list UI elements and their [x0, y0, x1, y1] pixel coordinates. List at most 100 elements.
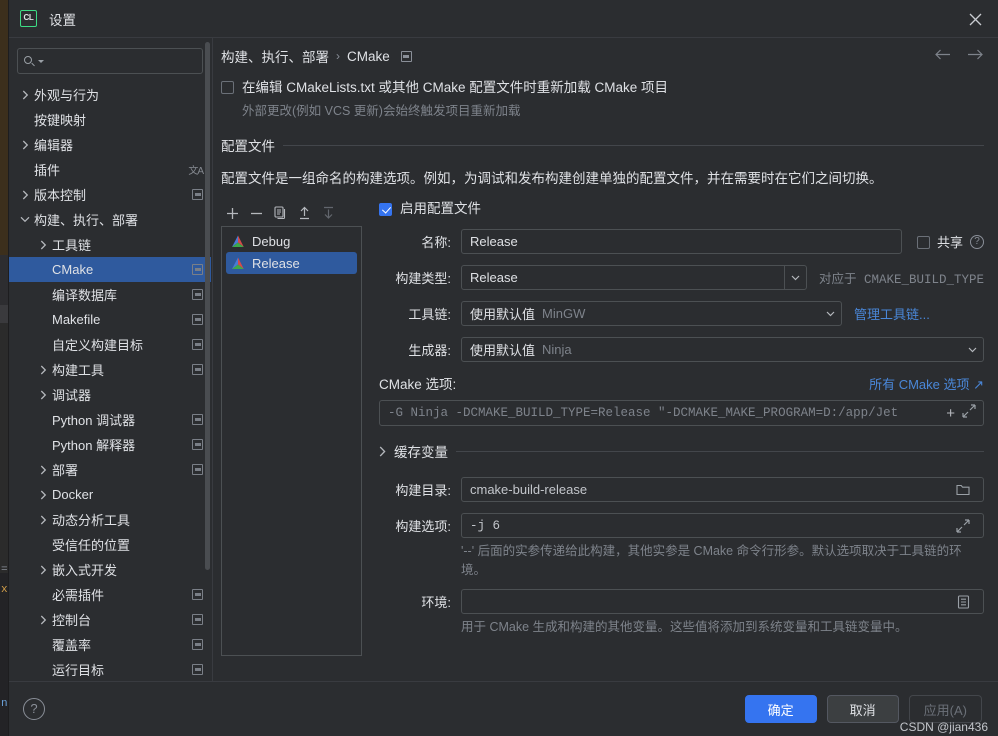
apply-button[interactable]: 应用(A): [908, 695, 982, 723]
build-type-combo[interactable]: Release: [461, 265, 807, 290]
cmake-profile-icon: [232, 257, 244, 269]
generator-combo[interactable]: 使用默认值 Ninja: [461, 337, 984, 362]
sidebar-item-自定义构建目标[interactable]: 自定义构建目标: [9, 332, 211, 357]
list-icon[interactable]: [951, 590, 975, 613]
move-profile-down-button[interactable]: [317, 202, 339, 224]
toolchain-combo[interactable]: 使用默认值 MinGW: [461, 301, 842, 326]
search-box[interactable]: [17, 48, 203, 74]
chevron-right-icon[interactable]: [37, 465, 49, 475]
chevron-right-icon[interactable]: [19, 90, 31, 100]
sidebar-item-控制台[interactable]: 控制台: [9, 607, 211, 632]
chevron-right-icon[interactable]: [37, 565, 49, 575]
add-option-icon[interactable]: +: [946, 405, 955, 422]
help-icon[interactable]: ?: [23, 698, 45, 720]
sidebar-item-label: 外观与行为: [34, 88, 100, 103]
cancel-button[interactable]: 取消: [826, 695, 899, 723]
sidebar-item-部署[interactable]: 部署: [9, 457, 211, 482]
sidebar-item-python解释器[interactable]: Python 解释器: [9, 432, 211, 457]
sidebar-item-label: 动态分析工具: [52, 513, 131, 528]
expand-icon[interactable]: [951, 514, 975, 537]
build-options-row: 构建选项: -j 6: [379, 513, 984, 538]
arrow-left-icon[interactable]: [934, 47, 951, 65]
sidebar-item-docker[interactable]: Docker: [9, 482, 211, 507]
enable-profile-checkbox[interactable]: [379, 203, 392, 216]
reload-cmake-label: 在编辑 CMakeLists.txt 或其他 CMake 配置文件时重新加载 C…: [242, 80, 669, 95]
toolchain-row: 工具链: 使用默认值 MinGW 管理工具链...: [379, 301, 984, 326]
name-input[interactable]: Release: [461, 229, 902, 254]
sidebar-item-动态分析工具[interactable]: 动态分析工具: [9, 507, 211, 532]
manage-toolchains-link[interactable]: 管理工具链...: [854, 304, 930, 323]
chevron-right-icon[interactable]: [19, 140, 31, 150]
sidebar-item-构建工具[interactable]: 构建工具: [9, 357, 211, 382]
generator-value: 使用默认值: [470, 343, 536, 358]
share-help-icon[interactable]: ?: [970, 234, 984, 249]
reload-cmake-checkbox[interactable]: [221, 81, 234, 94]
settings-tree: 外观与行为按键映射 编辑器 插件 文A 版本控制构建、执行、部署 工具链 CMake 编译数据…: [9, 80, 211, 681]
chevron-down-icon[interactable]: [38, 59, 44, 63]
generator-label: 生成器:: [408, 343, 451, 358]
sidebar-item-编译数据库[interactable]: 编译数据库: [9, 282, 211, 307]
search-input[interactable]: [47, 54, 202, 68]
chevron-right-icon[interactable]: [37, 365, 49, 375]
share-checkbox[interactable]: [916, 236, 930, 249]
sidebar-item-工具链[interactable]: 工具链: [9, 232, 211, 257]
chevron-right-icon[interactable]: [37, 515, 49, 525]
chevron-right-icon[interactable]: [37, 390, 49, 400]
cmake-options-input[interactable]: -G Ninja -DCMAKE_BUILD_TYPE=Release "-DC…: [379, 400, 984, 426]
chevron-right-icon[interactable]: [37, 240, 49, 250]
sidebar-item-编辑器[interactable]: 编辑器: [9, 132, 211, 157]
sidebar-item-外观与行为[interactable]: 外观与行为: [9, 82, 211, 107]
profiles-list[interactable]: Debug Release: [221, 226, 362, 656]
toolchain-detail: MinGW: [542, 306, 586, 321]
profiles-left-panel: Debug Release: [221, 200, 362, 656]
cmake-options-header: CMake 选项: 所有 CMake 选项 ↗: [379, 373, 984, 393]
chevron-right-icon[interactable]: [37, 490, 49, 500]
chevron-down-icon[interactable]: [819, 302, 841, 325]
chevron-right-icon[interactable]: [37, 615, 49, 625]
profile-list-item[interactable]: Debug: [226, 230, 357, 252]
chevron-right-icon[interactable]: [379, 446, 386, 457]
build-options-input[interactable]: -j 6: [461, 513, 984, 538]
sidebar-item-makefile[interactable]: Makefile: [9, 307, 211, 332]
generator-detail: Ninja: [542, 342, 572, 357]
sidebar-item-受信任的位置[interactable]: 受信任的位置: [9, 532, 211, 557]
project-scope-badge-icon: [192, 189, 203, 200]
sidebar-item-嵌入式开发[interactable]: 嵌入式开发: [9, 557, 211, 582]
move-profile-up-button[interactable]: [293, 202, 315, 224]
copy-profile-button[interactable]: [269, 202, 291, 224]
chevron-down-icon[interactable]: [783, 266, 806, 289]
expand-icon[interactable]: [962, 403, 977, 423]
build-directory-label: 构建目录:: [395, 483, 451, 498]
sidebar-item-调试器[interactable]: 调试器: [9, 382, 211, 407]
chevron-down-icon[interactable]: [961, 338, 983, 361]
sidebar-scrollbar[interactable]: [205, 42, 210, 570]
sidebar-item-覆盖率[interactable]: 覆盖率: [9, 632, 211, 657]
arrow-right-icon[interactable]: [967, 47, 984, 65]
sidebar-item-python调试器[interactable]: Python 调试器: [9, 407, 211, 432]
cmake-options-label: CMake 选项:: [379, 377, 457, 392]
close-icon[interactable]: [952, 0, 998, 38]
sidebar-item-构建执行部署[interactable]: 构建、执行、部署: [9, 207, 211, 232]
sidebar-item-cmake[interactable]: CMake: [9, 257, 211, 282]
breadcrumb-parent[interactable]: 构建、执行、部署: [221, 46, 329, 66]
profiles-section-description: 配置文件是一组命名的构建选项。例如，为调试和发布构建创建单独的配置文件，并在需要…: [221, 171, 883, 186]
all-cmake-options-link[interactable]: 所有 CMake 选项 ↗: [869, 374, 984, 393]
environment-label: 环境:: [421, 595, 451, 610]
chevron-right-icon[interactable]: [19, 190, 31, 200]
chevron-down-icon[interactable]: [19, 216, 31, 223]
ok-button[interactable]: 确定: [744, 695, 817, 723]
remove-profile-button[interactable]: [245, 202, 267, 224]
ide-glyph-n: n: [1, 698, 8, 710]
sidebar-item-必需插件[interactable]: 必需插件: [9, 582, 211, 607]
environment-input[interactable]: [461, 589, 984, 614]
cache-variables-header[interactable]: 缓存变量: [379, 441, 984, 461]
add-profile-button[interactable]: [221, 202, 243, 224]
sidebar-item-版本控制[interactable]: 版本控制: [9, 182, 211, 207]
profile-list-item[interactable]: Release: [226, 252, 357, 274]
folder-icon[interactable]: [951, 478, 975, 501]
sidebar-item-插件[interactable]: 插件 文A: [9, 157, 211, 182]
sidebar-item-运行目标[interactable]: 运行目标: [9, 657, 211, 681]
sidebar-item-label: 版本控制: [34, 188, 87, 203]
sidebar-item-按键映射[interactable]: 按键映射: [9, 107, 211, 132]
build-directory-input[interactable]: cmake-build-release: [461, 477, 984, 502]
